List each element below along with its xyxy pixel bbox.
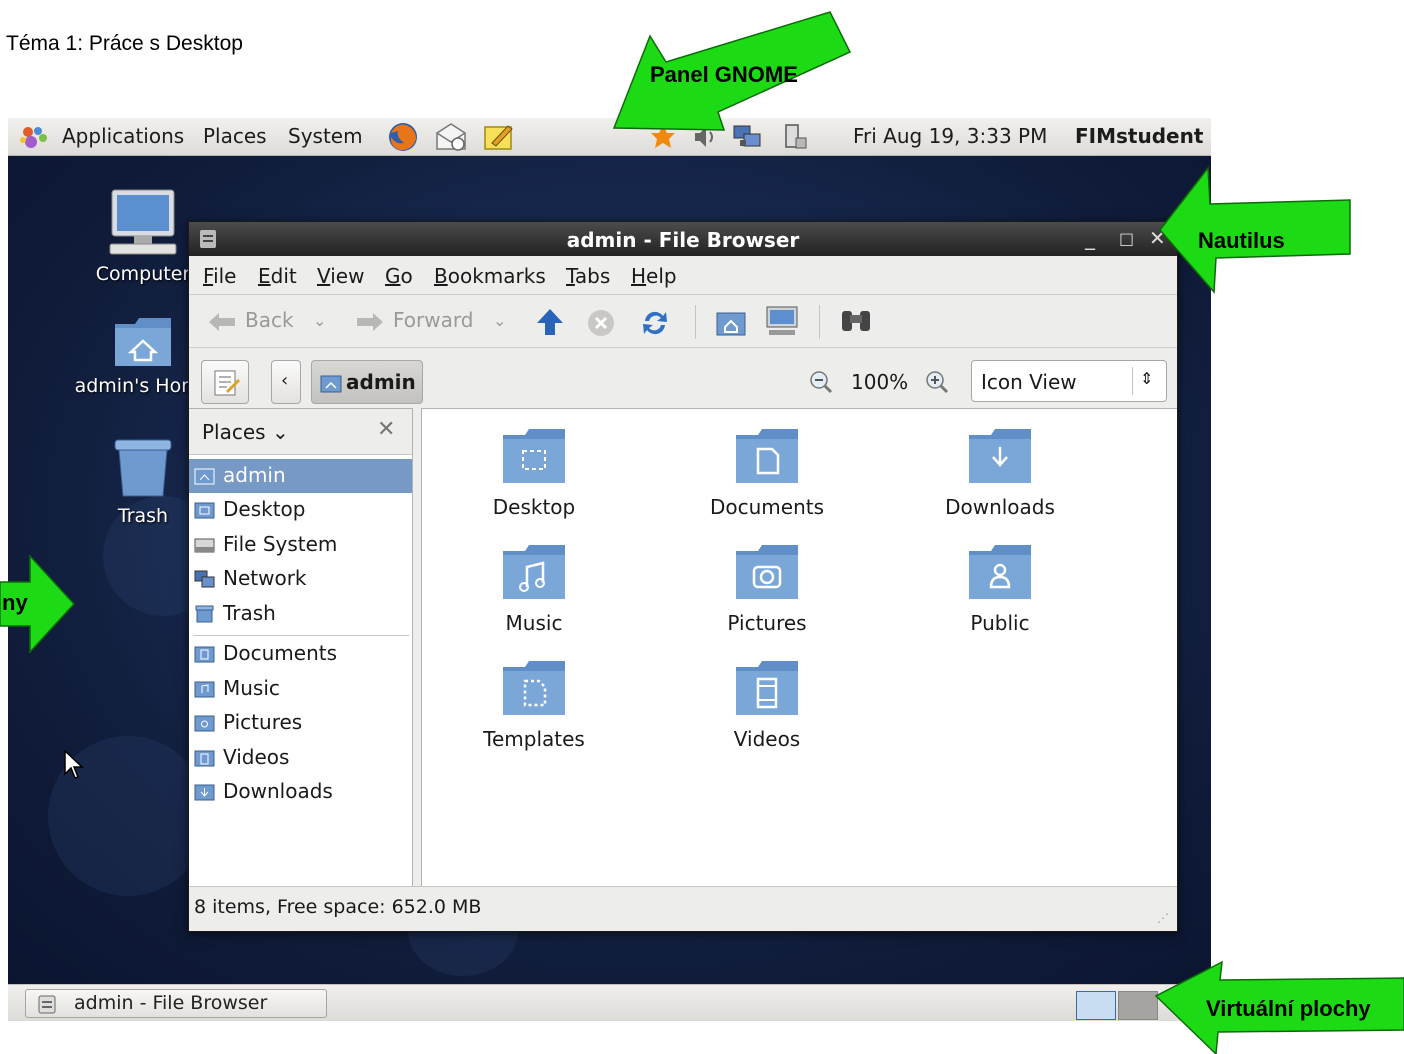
annotation-desktop-partial: ny [2, 590, 28, 615]
annotation-panel-gnome: Panel GNOME [650, 62, 798, 87]
annotation-workspaces: Virtuální plochy [1206, 996, 1371, 1021]
annotation-arrows [0, 11, 1404, 1054]
annotation-nautilus: Nautilus [1198, 228, 1285, 253]
